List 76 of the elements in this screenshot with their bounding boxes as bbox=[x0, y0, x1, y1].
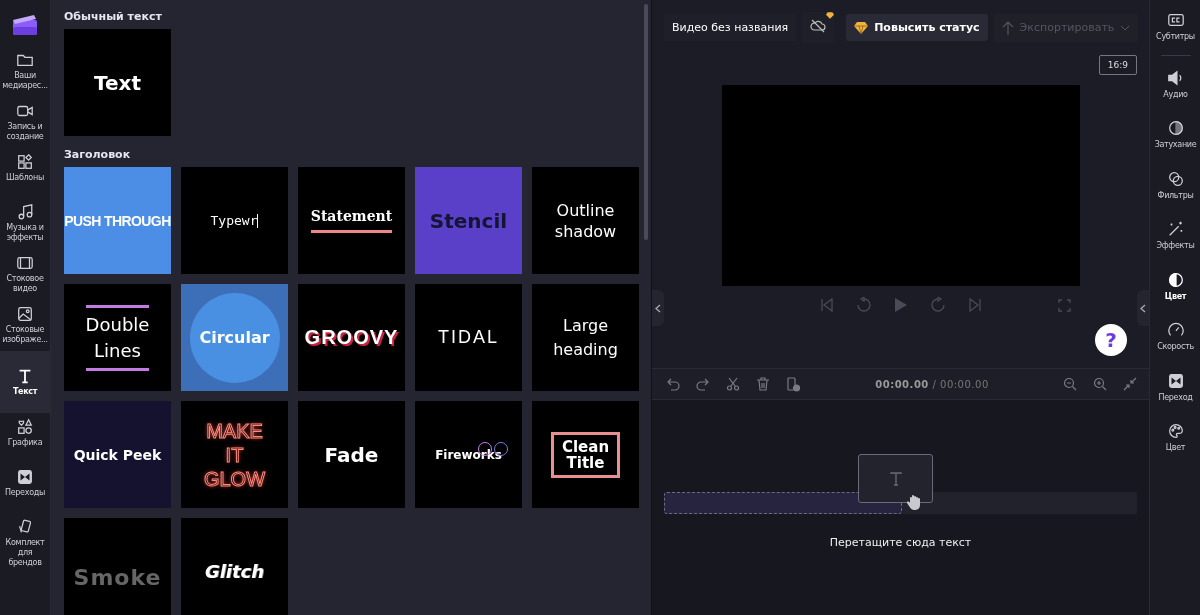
nav-item[interactable]: Комплект для брендов bbox=[0, 513, 50, 574]
undo-icon[interactable] bbox=[666, 377, 680, 391]
text-style-tile[interactable]: Double Lines bbox=[64, 284, 171, 391]
project-title[interactable]: Видео без названия bbox=[664, 14, 797, 41]
transition-icon bbox=[16, 468, 34, 486]
film-icon bbox=[16, 254, 34, 272]
text-style-tile[interactable]: TIDAL bbox=[415, 284, 522, 391]
collapse-right-button[interactable] bbox=[1137, 290, 1149, 326]
text-style-tile[interactable]: GROOVY bbox=[298, 284, 405, 391]
timecode: 00:00.00 / 00:00.00 bbox=[874, 378, 990, 390]
property-tab[interactable]: Эффекты bbox=[1150, 219, 1200, 270]
collapse-icon[interactable] bbox=[1123, 377, 1137, 391]
shapes-icon bbox=[16, 418, 34, 436]
chevron-left-icon bbox=[1140, 303, 1146, 313]
add-clip-icon[interactable] bbox=[786, 376, 801, 392]
music-icon bbox=[16, 203, 34, 221]
text-style-tile[interactable]: Large heading bbox=[532, 284, 639, 391]
property-tab[interactable]: Аудио bbox=[1150, 67, 1200, 118]
scrollbar[interactable] bbox=[644, 4, 648, 240]
text-style-tile[interactable]: Outline shadow bbox=[532, 167, 639, 274]
text-icon bbox=[889, 471, 902, 486]
diamond-icon bbox=[854, 21, 869, 34]
trash-icon[interactable] bbox=[756, 377, 770, 391]
text-style-tile[interactable]: Text bbox=[64, 29, 171, 136]
aspect-ratio-button[interactable]: 16:9 bbox=[1098, 55, 1137, 75]
text-style-tile[interactable]: Fade bbox=[298, 401, 405, 508]
diamond-icon bbox=[826, 12, 835, 19]
brand-icon bbox=[16, 518, 34, 536]
text-style-tile[interactable]: Smoke bbox=[64, 518, 171, 615]
filters-icon bbox=[1166, 169, 1185, 188]
contrast-icon bbox=[1166, 270, 1185, 289]
text-style-tile[interactable]: Statement bbox=[298, 167, 405, 274]
templates-icon bbox=[16, 153, 34, 171]
nav-item[interactable]: Запись и создание bbox=[0, 97, 50, 148]
property-tab[interactable]: Фильтры bbox=[1150, 168, 1200, 219]
nav-item[interactable]: Ваши медиарес... bbox=[0, 46, 50, 97]
text-style-tile[interactable]: Typewr bbox=[181, 167, 288, 274]
upload-icon bbox=[1001, 19, 1014, 36]
text-style-tile[interactable]: Clean Title bbox=[532, 401, 639, 508]
transition-icon bbox=[1166, 371, 1185, 390]
help-button[interactable]: ? bbox=[1095, 324, 1127, 356]
section-title: Заголовок bbox=[64, 148, 132, 161]
property-tab[interactable]: Затухание bbox=[1150, 118, 1200, 169]
property-tab[interactable]: Субтитры bbox=[1150, 10, 1200, 61]
drop-hint: Перетащите сюда текст bbox=[828, 536, 973, 549]
zoom-in-icon[interactable] bbox=[1093, 377, 1107, 391]
chevron-down-icon bbox=[1120, 24, 1131, 31]
text-style-tile[interactable]: Quick Peek bbox=[64, 401, 171, 508]
nav-item[interactable]: Текст bbox=[0, 351, 50, 413]
nav-item[interactable]: Стоковые изображе... bbox=[0, 300, 50, 351]
text-style-tile[interactable]: MAKE IT GLOW bbox=[181, 401, 288, 508]
app-logo[interactable] bbox=[12, 14, 38, 36]
chevron-left-icon bbox=[655, 303, 661, 313]
cloud-off-icon bbox=[810, 18, 827, 34]
property-tab[interactable]: Переход bbox=[1150, 370, 1200, 421]
nav-item[interactable]: Переходы bbox=[0, 463, 50, 513]
upgrade-button[interactable]: Повысить статус bbox=[846, 14, 988, 41]
nav-item[interactable]: Графика bbox=[0, 413, 50, 463]
nav-item[interactable]: Музыка и эффекты bbox=[0, 198, 50, 249]
captions-icon bbox=[1166, 11, 1185, 29]
text-style-tile[interactable]: Fireworks bbox=[415, 401, 522, 508]
nav-item[interactable]: Шаблоны bbox=[0, 148, 50, 198]
property-tab[interactable]: Цвет bbox=[1150, 421, 1200, 472]
cloud-off-button[interactable] bbox=[802, 12, 835, 43]
text-style-tile[interactable]: Glitch bbox=[181, 518, 288, 615]
collapse-left-button[interactable] bbox=[652, 290, 664, 326]
section-title: Обычный текст bbox=[64, 10, 163, 23]
scissors-icon[interactable] bbox=[726, 377, 740, 391]
fade-icon bbox=[1166, 119, 1185, 137]
property-tab[interactable]: Цвет bbox=[1150, 269, 1200, 320]
redo-icon[interactable] bbox=[696, 377, 710, 391]
nav-item[interactable]: Стоковое видео bbox=[0, 249, 50, 300]
palette-icon bbox=[1166, 422, 1185, 440]
property-tab[interactable]: Скорость bbox=[1150, 320, 1200, 371]
zoom-out-icon[interactable] bbox=[1063, 377, 1077, 391]
image-icon bbox=[16, 305, 34, 323]
